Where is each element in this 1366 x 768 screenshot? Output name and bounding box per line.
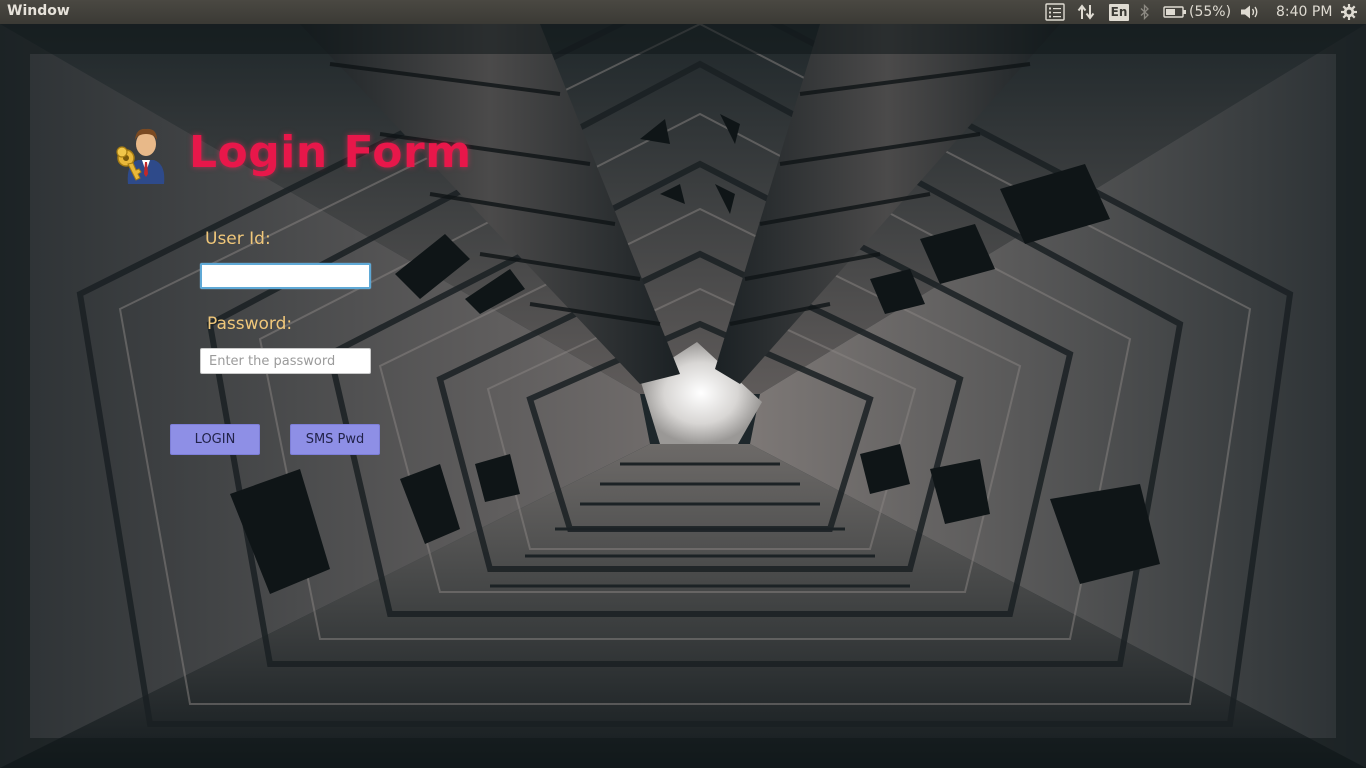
password-label: Password: xyxy=(207,314,293,334)
menu-icon[interactable] xyxy=(1045,0,1065,24)
top-panel: Window En (55%) 8:40 PM xyxy=(0,0,1366,24)
battery-indicator[interactable]: (55%) xyxy=(1163,0,1231,24)
user-key-icon xyxy=(114,122,166,184)
clock[interactable]: 8:40 PM xyxy=(1276,0,1332,24)
bluetooth-icon[interactable] xyxy=(1140,0,1150,24)
battery-icon xyxy=(1163,5,1187,19)
user-id-label: User Id: xyxy=(205,229,271,249)
login-button[interactable]: LOGIN xyxy=(170,424,260,455)
user-id-input[interactable] xyxy=(200,263,371,289)
battery-percentage: (55%) xyxy=(1189,4,1232,20)
window-title: Window xyxy=(7,3,70,19)
volume-icon[interactable] xyxy=(1240,0,1260,24)
sms-password-button[interactable]: SMS Pwd xyxy=(290,424,380,455)
keyboard-language-indicator[interactable]: En xyxy=(1109,0,1129,24)
form-title: Login Form xyxy=(189,127,472,178)
gear-icon[interactable] xyxy=(1340,0,1358,24)
password-input[interactable] xyxy=(200,348,371,374)
network-updown-icon[interactable] xyxy=(1077,0,1095,24)
